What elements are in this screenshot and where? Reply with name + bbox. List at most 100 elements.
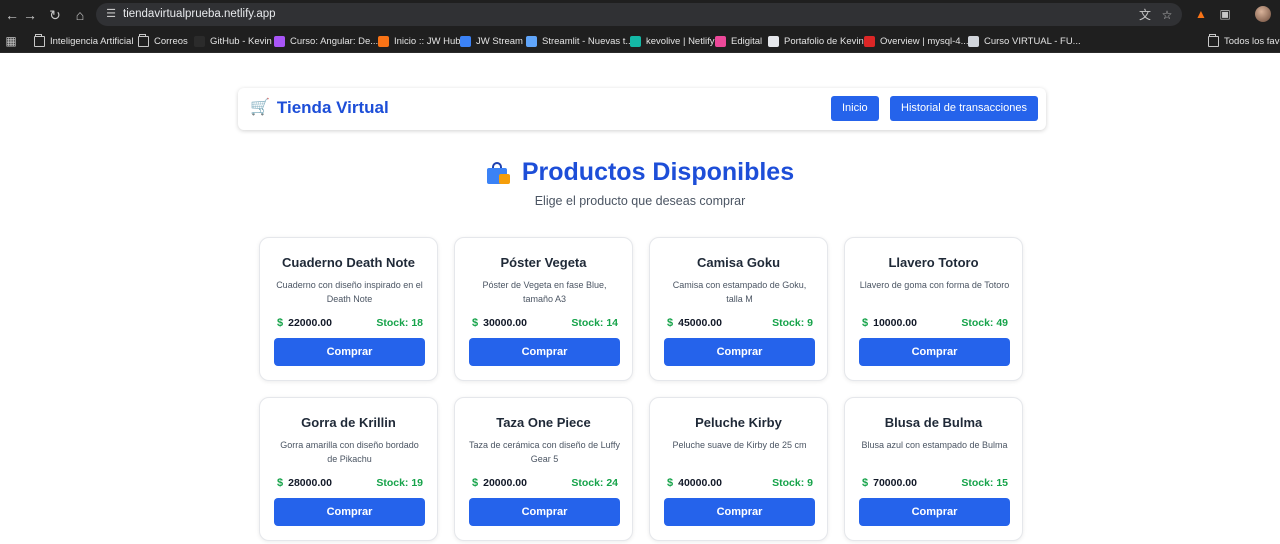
product-description: Gorra amarilla con diseño bordado de Pik… <box>280 440 419 464</box>
product-stock: Stock: 24 <box>571 477 618 489</box>
bookmark-item[interactable]: Edigital <box>715 33 762 49</box>
bookmarks-bar: ▦ Inteligencia Artificial Correos GitHub -… <box>0 29 1280 53</box>
product-price-value: 28000.00 <box>288 477 332 489</box>
bookmark-item[interactable]: Streamlit - Nuevas t... <box>526 33 633 49</box>
brand[interactable]: 🛒 Tienda Virtual <box>250 98 389 118</box>
bookmark-item[interactable]: Portafolio de Kevin <box>768 33 864 49</box>
buy-button[interactable]: Comprar <box>859 498 1010 526</box>
github-icon <box>194 35 205 47</box>
bookmark-item[interactable]: Todos los favor <box>1208 33 1280 49</box>
product-description: Peluche suave de Kirby de 25 cm <box>672 440 807 450</box>
dollar-icon: $ <box>862 317 869 329</box>
product-card: Peluche Kirby Peluche suave de Kirby de 2… <box>649 397 828 541</box>
forward-arrow-icon[interactable]: → <box>20 5 40 25</box>
buy-button[interactable]: Comprar <box>274 338 425 366</box>
bookmark-item[interactable]: kevolive | Netlify <box>630 33 714 49</box>
product-price: $40000.00 <box>667 477 722 489</box>
bookmark-label: Inteligencia Artificial <box>50 35 134 47</box>
url-text[interactable]: tiendavirtualprueba.netlify.app <box>123 8 276 20</box>
buy-button[interactable]: Comprar <box>469 338 620 366</box>
extension-icon[interactable]: ▲ <box>1192 5 1210 23</box>
bookmark-item[interactable]: GitHub - Kevin <box>194 33 272 49</box>
product-stock: Stock: 49 <box>961 317 1008 329</box>
dollar-icon: $ <box>277 477 284 489</box>
product-price: $28000.00 <box>277 477 332 489</box>
bookmark-item[interactable]: Overview | mysql-4... <box>864 33 969 49</box>
reload-icon[interactable]: ↻ <box>45 5 65 25</box>
extensions-puzzle-icon[interactable]: ▣ <box>1216 5 1234 23</box>
netlify-icon <box>630 35 641 47</box>
bookmark-item[interactable]: Curso: Angular: De... <box>274 33 378 49</box>
product-price: $10000.00 <box>862 317 917 329</box>
apps-grid-icon[interactable]: ▦ <box>4 34 18 48</box>
product-stock: Stock: 9 <box>772 477 813 489</box>
jw-stream-icon <box>460 35 471 47</box>
home-icon[interactable]: ⌂ <box>70 5 90 25</box>
bookmark-item[interactable]: Inteligencia Artificial <box>34 33 133 49</box>
product-name: Póster Vegeta <box>500 255 587 270</box>
page-content: 🛒 Tienda Virtual Inicio Historial de tra… <box>0 54 1280 544</box>
address-bar[interactable]: ☰ tiendavirtualprueba.netlify.app 文 ☆ <box>96 3 1182 26</box>
bookmark-label: Inicio :: JW Hub <box>394 35 461 47</box>
page-subtitle: Elige el producto que deseas comprar <box>534 194 746 208</box>
product-card: Camisa Goku Camisa con estampado de Goku,… <box>649 237 828 381</box>
profile-avatar[interactable] <box>1255 6 1271 22</box>
folder-icon <box>1208 33 1219 47</box>
product-price: $22000.00 <box>277 317 332 329</box>
product-price-value: 10000.00 <box>873 317 917 329</box>
product-card: Cuaderno Death Note Cuaderno con diseño i… <box>259 237 438 381</box>
product-price: $30000.00 <box>472 317 527 329</box>
bookmark-item[interactable]: Curso VIRTUAL - FU... <box>968 33 1081 49</box>
course-icon <box>274 35 285 47</box>
buy-button[interactable]: Comprar <box>664 498 815 526</box>
product-card: Taza One Piece Taza de cerámica con diseñ… <box>454 397 633 541</box>
buy-button[interactable]: Comprar <box>664 338 815 366</box>
bookmark-star-icon[interactable]: ☆ <box>1158 6 1176 24</box>
dollar-icon: $ <box>667 317 674 329</box>
bookmark-label: Edigital <box>731 35 763 47</box>
bookmark-label: Todos los favor <box>1224 35 1280 47</box>
bookmark-item[interactable]: Correos <box>138 33 188 49</box>
product-grid: Cuaderno Death Note Cuaderno con diseño i… <box>259 237 1025 541</box>
product-stock: Stock: 19 <box>376 477 423 489</box>
streamlit-icon <box>526 35 537 47</box>
product-description: Taza de cerámica con diseño de Luffy Gea… <box>469 440 620 464</box>
bookmark-label: Overview | mysql-4... <box>880 35 969 47</box>
product-name: Blusa de Bulma <box>884 415 983 430</box>
bookmark-label: Curso: Angular: De... <box>290 35 379 47</box>
product-name: Peluche Kirby <box>695 415 782 430</box>
product-description: Camisa con estampado de Goku, talla M <box>672 280 807 304</box>
bookmark-label: Streamlit - Nuevas t... <box>542 35 634 47</box>
product-price-value: 45000.00 <box>678 317 722 329</box>
product-description: Blusa azul con estampado de Bulma <box>861 440 1008 450</box>
site-info-icon[interactable]: ☰ <box>104 7 118 21</box>
product-description: Cuaderno con diseño inspirado en el Deat… <box>276 280 423 304</box>
page-title: Productos Disponibles <box>0 158 1280 187</box>
transaction-history-button[interactable]: Historial de transacciones <box>890 96 1038 121</box>
product-stock: Stock: 14 <box>571 317 618 329</box>
browser-toolbar: ← → ↻ ⌂ ☰ tiendavirtualprueba.netlify.ap… <box>0 0 1280 29</box>
translate-icon[interactable]: 文 <box>1136 6 1154 24</box>
dollar-icon: $ <box>862 477 869 489</box>
bookmark-item[interactable]: JW Stream <box>460 33 523 49</box>
buy-button[interactable]: Comprar <box>469 498 620 526</box>
buy-button[interactable]: Comprar <box>274 498 425 526</box>
portfolio-icon <box>768 35 779 47</box>
product-price-value: 40000.00 <box>678 477 722 489</box>
folder-icon <box>138 33 149 47</box>
back-arrow-icon[interactable]: ← <box>2 5 22 25</box>
dollar-icon: $ <box>472 477 479 489</box>
product-card: Blusa de Bulma Blusa azul con estampado d… <box>844 397 1023 541</box>
home-button[interactable]: Inicio <box>831 96 879 121</box>
app-navbar: 🛒 Tienda Virtual Inicio Historial de tra… <box>238 88 1046 130</box>
product-price: $20000.00 <box>472 477 527 489</box>
bookmark-item[interactable]: Inicio :: JW Hub <box>378 33 461 49</box>
product-name: Gorra de Krillin <box>301 415 396 430</box>
shopping-bag-icon <box>486 161 510 184</box>
buy-button[interactable]: Comprar <box>859 338 1010 366</box>
product-name: Cuaderno Death Note <box>282 255 415 270</box>
product-price: $70000.00 <box>862 477 917 489</box>
product-card: Gorra de Krillin Gorra amarilla con diseñ… <box>259 397 438 541</box>
product-name: Camisa Goku <box>696 255 781 270</box>
dollar-icon: $ <box>277 317 284 329</box>
